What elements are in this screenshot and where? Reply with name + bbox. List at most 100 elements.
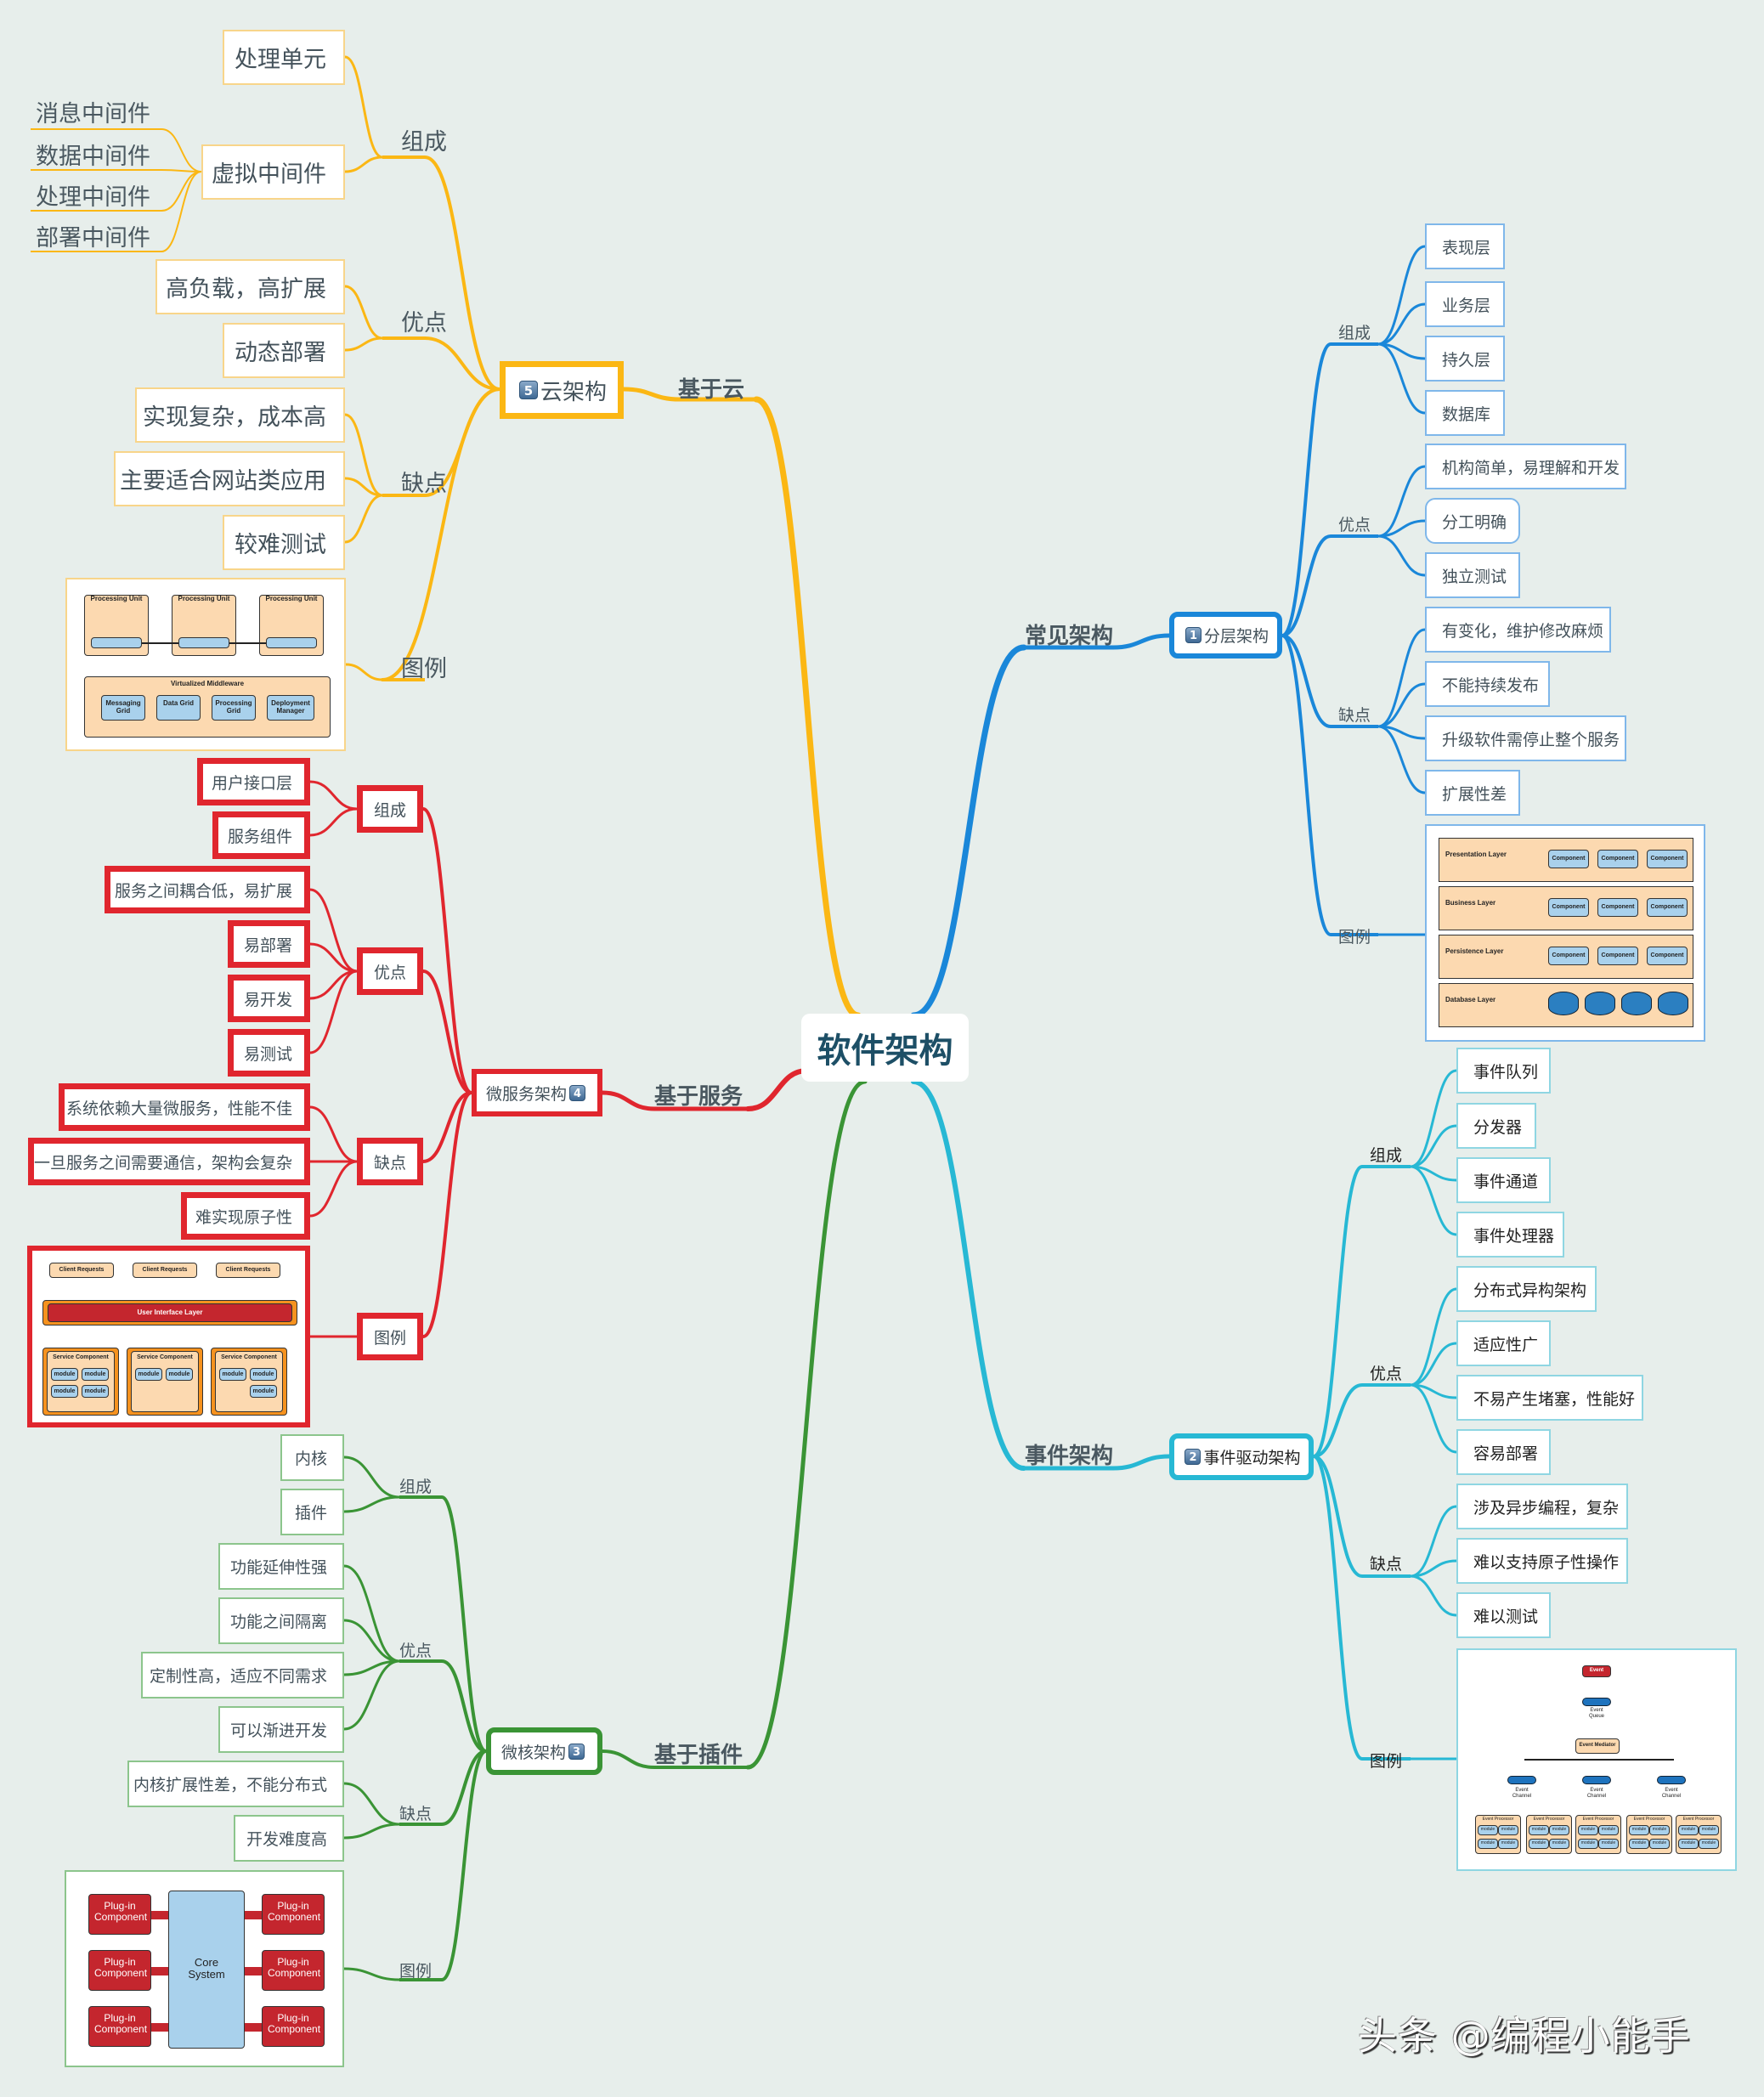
leaf-node[interactable]: 不能持续发布 [1425,661,1550,707]
root-node[interactable]: 软件架构 [801,1014,969,1082]
plugin-component: Plug-in Component [88,1894,151,1935]
leaf-node[interactable]: 系统依赖大量微服务，性能不佳 [59,1083,310,1131]
unit-bar [178,637,229,648]
group-label-cons[interactable]: 缺点 [357,1138,423,1185]
connector-line [1377,534,1427,577]
leaf-node[interactable]: 难以支持原子性操作 [1456,1538,1628,1584]
leaf-node[interactable]: 升级软件需停止整个服务 [1425,715,1626,761]
leaf-node[interactable]: 不易产生堵塞，性能好 [1456,1375,1643,1421]
leaf-node[interactable]: 动态部署 [223,323,345,378]
database-icon [1658,992,1688,1015]
leaf-node[interactable]: 业务层 [1425,281,1505,327]
service-component: Service Component [131,1351,199,1412]
module-box: module [1478,1825,1498,1835]
leaf-node[interactable]: 难以测试 [1456,1592,1551,1638]
leaf-node[interactable]: 事件通道 [1456,1157,1551,1203]
leaf-node[interactable]: 开发难度高 [234,1815,344,1862]
leaf-node[interactable]: 分工明确 [1425,498,1520,544]
connector-line [343,55,384,159]
cloud-architecture-node[interactable]: 5 云架构 [500,361,624,419]
leaf-node[interactable]: 独立测试 [1425,552,1520,598]
component-box: Component [1647,947,1688,965]
group-label-composition[interactable]: 组成 [357,785,423,833]
database-icon [1621,992,1652,1015]
leaf-node[interactable]: 涉及异步编程，复杂 [1456,1484,1628,1529]
number-badge-icon: 5 [518,381,538,399]
leaf-node[interactable]: 处理单元 [223,30,345,85]
leaf-node[interactable]: 可以渐进开发 [218,1706,344,1753]
microservice-architecture-node[interactable]: 微服务架构 4 [472,1069,602,1116]
layered-architecture-node[interactable]: 1 分层架构 [1169,612,1282,658]
leaf-node[interactable]: 服务组件 [212,811,310,859]
leaf-node[interactable]: 易部署 [228,920,310,968]
leaf-node[interactable]: 有变化，维护修改麻烦 [1425,607,1611,653]
node-title: 分层架构 [1203,627,1269,646]
leaf-node[interactable]: 容易部署 [1456,1429,1551,1475]
connector-line [308,1105,359,1163]
leaf-node[interactable]: 易测试 [228,1029,310,1077]
connector-line [753,396,862,1019]
leaf-node[interactable]: 服务之间耦合低，易扩展 [105,866,310,913]
leaf-node[interactable]: 主要适合网站类应用 [114,451,345,506]
group-label-composition: 组成 [401,129,447,155]
number-badge-icon: 3 [568,1743,585,1760]
group-label-composition: 组成 [399,1478,433,1496]
module-box: module [82,1385,109,1398]
leaf-node[interactable]: 易开发 [228,975,310,1022]
leaf-node[interactable]: 机构简单，易理解和开发 [1425,444,1626,489]
sub-leaf[interactable]: 部署中间件 [36,219,150,252]
leaf-node[interactable]: 一旦服务之间需要通信，架构会复杂 [28,1138,310,1185]
leaf-node[interactable]: 分发器 [1456,1103,1536,1149]
connector [229,642,266,644]
leaf-node[interactable]: 功能之间隔离 [218,1597,344,1644]
unit-bar [91,637,142,648]
module-box: module [1699,1825,1719,1835]
leaf-node[interactable]: 内核扩展性差，不能分布式 [127,1761,344,1807]
layered-architecture-diagram[interactable]: Presentation Layer Component Component Comp… [1425,824,1705,1042]
sub-leaf[interactable]: 数据中间件 [36,138,150,171]
leaf-node[interactable]: 虚拟中间件 [201,144,345,200]
sub-leaf[interactable]: 消息中间件 [36,95,150,128]
cloud-architecture-diagram[interactable]: Processing Unit Processing Unit Processi… [65,578,346,751]
group-label-figure[interactable]: 图例 [357,1313,423,1360]
connector-bar [151,1967,168,1975]
leaf-node[interactable]: 表现层 [1425,223,1505,269]
connector-line [1312,1455,1364,1578]
module-box: module [1478,1839,1498,1849]
leaf-node[interactable]: 定制性高，适应不同需求 [141,1652,344,1699]
connector-line [1312,1455,1364,1761]
microkernel-architecture-node[interactable]: 微核架构 3 [486,1727,602,1775]
database-icon [1548,992,1579,1015]
connector-bar [245,2023,262,2032]
event-channel-label: Event Channel [1586,1788,1607,1799]
connector-line [1409,1287,1458,1387]
leaf-node[interactable]: 分布式异构架构 [1456,1266,1597,1312]
leaf-node[interactable]: 扩展性差 [1425,770,1520,816]
module-box: module [1578,1825,1598,1835]
leaf-node[interactable]: 较难测试 [223,515,345,570]
leaf-node[interactable]: 功能延伸性强 [218,1543,344,1590]
leaf-node[interactable]: 难实现原子性 [181,1192,310,1240]
grid-box: Messaging Grid [101,695,145,721]
leaf-node[interactable]: 内核 [280,1434,344,1481]
leaf-node[interactable]: 高负载，高扩展 [155,259,345,314]
leaf-node[interactable]: 事件处理器 [1456,1212,1564,1258]
microkernel-architecture-diagram[interactable]: Core System Plug-in Component Plug-in Comp… [65,1870,344,2067]
leaf-node[interactable]: 数据库 [1425,390,1505,436]
leaf-node[interactable]: 用户接口层 [197,758,310,805]
component-box: Component [1548,850,1589,868]
leaf-node[interactable]: 持久层 [1425,336,1505,382]
connector-line [910,644,1027,1019]
event-channel-bar [1657,1776,1686,1784]
leaf-node[interactable]: 实现复杂，成本高 [135,387,345,443]
leaf-node[interactable]: 插件 [280,1489,344,1535]
group-label-pros[interactable]: 优点 [357,947,423,995]
leaf-node[interactable]: 事件队列 [1456,1048,1551,1094]
event-driven-architecture-node[interactable]: 2 事件驱动架构 [1169,1433,1314,1480]
event-driven-architecture-diagram[interactable]: Event Event Queue Event Mediator Event Chan… [1456,1648,1737,1871]
plugin-component: Plug-in Component [88,1950,151,1991]
sub-leaf[interactable]: 处理中间件 [36,178,150,212]
microservice-architecture-diagram[interactable]: Client Requests Client Requests Client Req… [27,1246,310,1427]
leaf-node[interactable]: 适应性广 [1456,1320,1551,1366]
branch-label-event: 事件架构 [1025,1444,1114,1469]
